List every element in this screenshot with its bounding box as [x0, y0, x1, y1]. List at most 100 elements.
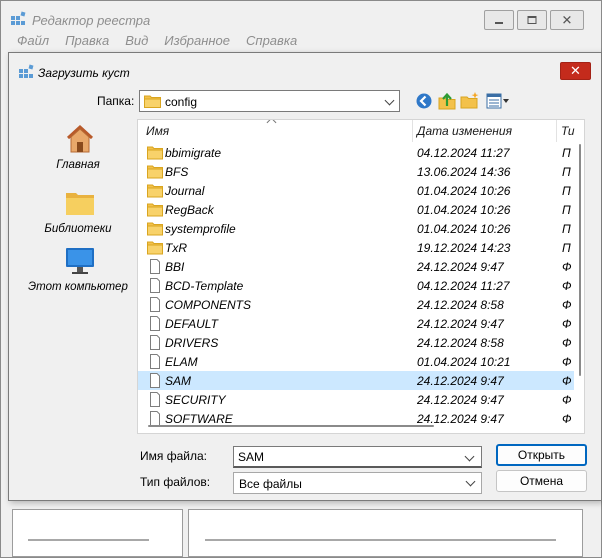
file-type: Ф [562, 279, 572, 293]
back-arrow-icon[interactable] [414, 91, 434, 111]
file-row[interactable]: BCD-Template 04.12.2024 11:27 Ф [138, 276, 574, 295]
file-date: 13.06.2024 14:36 [417, 165, 511, 179]
column-name[interactable]: Имя [146, 124, 169, 138]
file-type-dropdown[interactable]: Все файлы [233, 472, 482, 494]
maximize-icon [527, 16, 537, 24]
registry-editor-titlebar: Редактор реестра ✕ [1, 1, 601, 31]
file-date: 19.12.2024 14:23 [417, 241, 511, 255]
places-bar: Главная Библиотеки Этот компьютер [19, 121, 137, 434]
file-type: Ф [562, 260, 572, 274]
file-name: TxR [165, 241, 187, 255]
file-name: Journal [165, 184, 205, 198]
open-button[interactable]: Открыть [496, 444, 587, 466]
load-hive-dialog: Загрузить куст ✕ Папка: config Главная Б… [8, 52, 602, 501]
file-name: COMPONENTS [165, 298, 252, 312]
column-date-modified[interactable]: Дата изменения [417, 124, 512, 138]
up-folder-icon[interactable] [437, 91, 457, 111]
tree-scrollbar[interactable] [28, 539, 149, 541]
file-row[interactable]: systemprofile 01.04.2024 10:26 П [138, 219, 574, 238]
place-this-pc-label: Этот компьютер [28, 281, 128, 293]
file-type: П [562, 146, 571, 160]
horizontal-scrollbar[interactable] [138, 420, 574, 433]
computer-monitor-icon [66, 248, 94, 274]
dialog-titlebar: Загрузить куст ✕ [9, 53, 601, 87]
file-row[interactable]: bbimigrate 04.12.2024 11:27 П [138, 143, 574, 162]
file-list-header: Имя Дата изменения Ти [138, 120, 584, 142]
column-divider[interactable] [556, 120, 557, 142]
registry-editor-icon [11, 11, 26, 25]
file-icon [150, 259, 160, 274]
registry-values-pane[interactable] [188, 509, 583, 557]
file-type: Ф [562, 374, 572, 388]
file-date: 01.04.2024 10:26 [417, 203, 511, 217]
menu-help[interactable]: Справка [246, 33, 297, 51]
file-type: П [562, 222, 571, 236]
menu-favorites[interactable]: Избранное [164, 33, 230, 51]
file-name: SECURITY [165, 393, 226, 407]
file-name: BBI [165, 260, 185, 274]
file-type: Ф [562, 298, 572, 312]
file-name: DEFAULT [165, 317, 218, 331]
menu-edit[interactable]: Правка [65, 33, 109, 51]
file-row[interactable]: Journal 01.04.2024 10:26 П [138, 181, 574, 200]
cancel-button[interactable]: Отмена [496, 470, 587, 492]
file-type-value: Все файлы [239, 477, 302, 491]
menu-file[interactable]: Файл [17, 33, 49, 51]
dialog-title: Загрузить куст [38, 66, 130, 80]
folder-icon [147, 165, 163, 179]
look-in-dropdown[interactable]: config [139, 90, 400, 112]
file-date: 04.12.2024 11:27 [417, 146, 510, 160]
menu-bar: Файл Правка Вид Избранное Справка [1, 33, 297, 51]
place-libraries-label: Библиотеки [44, 223, 112, 235]
sort-ascending-icon [266, 120, 277, 128]
file-row[interactable]: SAM 24.12.2024 9:47 Ф [138, 371, 574, 390]
close-window-button[interactable]: ✕ [550, 10, 584, 30]
registry-editor-icon [19, 64, 34, 78]
registry-tree-pane[interactable] [12, 509, 183, 557]
place-libraries[interactable]: Библиотеки [19, 187, 137, 241]
file-type: П [562, 241, 571, 255]
chevron-down-icon [384, 95, 395, 106]
file-row[interactable]: COMPONENTS 24.12.2024 8:58 Ф [138, 295, 574, 314]
place-home[interactable]: Главная [19, 121, 137, 175]
column-divider[interactable] [412, 120, 413, 142]
file-date: 24.12.2024 9:47 [417, 374, 504, 388]
scrollbar-thumb[interactable] [579, 144, 581, 376]
file-icon [150, 373, 160, 388]
folder-icon [147, 222, 163, 236]
file-type-label: Тип файлов: [140, 475, 211, 489]
place-this-pc[interactable]: Этот компьютер [19, 245, 137, 299]
file-row[interactable]: TxR 19.12.2024 14:23 П [138, 238, 574, 257]
minimize-button[interactable] [484, 10, 514, 30]
scrollbar-thumb[interactable] [148, 425, 434, 427]
file-icon [150, 354, 160, 369]
values-scrollbar[interactable] [205, 539, 556, 541]
file-date: 24.12.2024 9:47 [417, 393, 504, 407]
file-row[interactable]: DRIVERS 24.12.2024 8:58 Ф [138, 333, 574, 352]
new-folder-icon[interactable] [460, 91, 480, 111]
file-row[interactable]: ELAM 01.04.2024 10:21 Ф [138, 352, 574, 371]
file-name: RegBack [165, 203, 214, 217]
file-type: Ф [562, 355, 572, 369]
file-date: 01.04.2024 10:26 [417, 184, 511, 198]
file-row[interactable]: RegBack 01.04.2024 10:26 П [138, 200, 574, 219]
file-row[interactable]: DEFAULT 24.12.2024 9:47 Ф [138, 314, 574, 333]
file-row[interactable]: SECURITY 24.12.2024 9:47 Ф [138, 390, 574, 409]
file-name: BCD-Template [165, 279, 244, 293]
maximize-button[interactable] [517, 10, 547, 30]
file-icon [150, 392, 160, 407]
file-name-input[interactable] [233, 446, 482, 468]
file-row[interactable]: BFS 13.06.2024 14:36 П [138, 162, 574, 181]
file-row[interactable]: BBI 24.12.2024 9:47 Ф [138, 257, 574, 276]
dialog-close-button[interactable]: ✕ [560, 62, 591, 80]
folder-icon [144, 95, 161, 108]
file-list[interactable]: Имя Дата изменения Ти bbimigrate 04.12.20… [137, 119, 585, 434]
close-icon: ✕ [570, 63, 581, 78]
file-name-label: Имя файла: [140, 449, 207, 463]
view-menu-icon[interactable] [485, 91, 511, 111]
file-type: П [562, 165, 571, 179]
column-type[interactable]: Ти [561, 124, 575, 138]
menu-view[interactable]: Вид [125, 33, 148, 51]
vertical-scrollbar[interactable] [575, 142, 584, 417]
place-home-label: Главная [56, 159, 100, 171]
